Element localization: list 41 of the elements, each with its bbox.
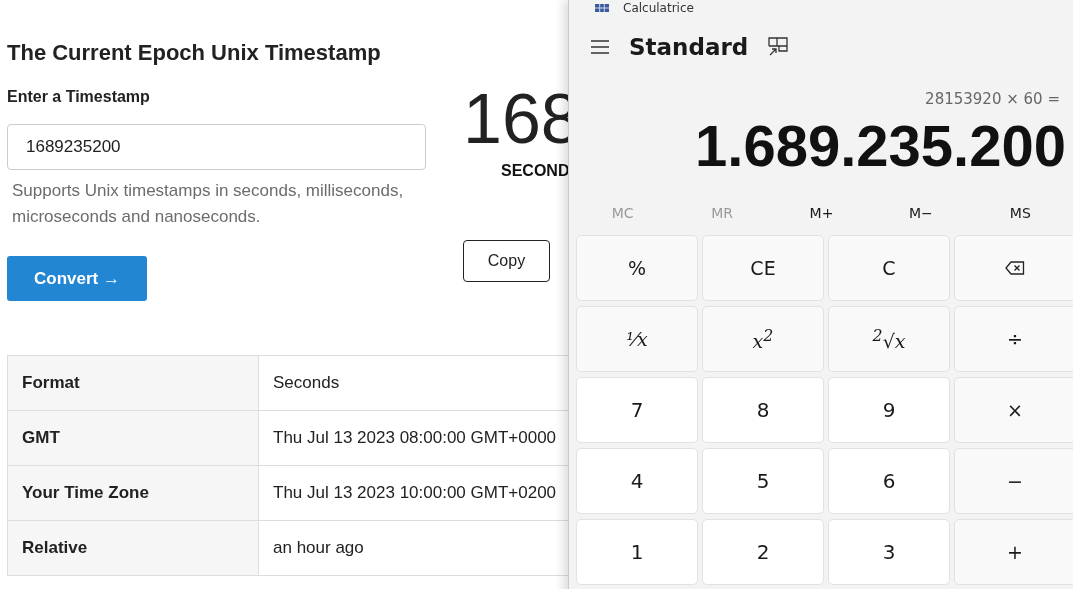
unit-label: SECOND — [501, 162, 570, 180]
calculator-key[interactable]: CE — [702, 235, 824, 301]
expression-text: 28153920 × 60 = — [924, 90, 1061, 108]
calculator-key[interactable]: 9 — [828, 377, 950, 443]
field-label: Enter a Timestamp — [7, 88, 151, 106]
calculator-key[interactable]: 1 — [576, 519, 698, 585]
calculator-key[interactable]: × — [954, 377, 1073, 443]
window-title: Calculatrice — [623, 1, 694, 15]
mode-title: Standard — [629, 34, 749, 60]
calculator-key[interactable]: $^{2}$√x — [828, 306, 950, 372]
calculator-key[interactable]: ÷ — [954, 306, 1073, 372]
calculator-key[interactable]: 2 — [702, 519, 824, 585]
calculator-key[interactable]: 7 — [576, 377, 698, 443]
calculator-key[interactable]: % — [576, 235, 698, 301]
app-icon — [595, 4, 609, 12]
table-cell: Relative — [7, 520, 259, 576]
result-display: 1.689.235.200 — [694, 112, 1067, 179]
copy-button[interactable]: Copy — [463, 240, 550, 282]
calculator-key[interactable]: + — [954, 519, 1073, 585]
memory-button[interactable]: MS — [970, 205, 1071, 221]
help-text: Supports Unix timestamps in seconds, milliseconds, microseconds and nanoseconds. — [12, 180, 405, 228]
calculator-key[interactable]: 4 — [576, 448, 698, 514]
page-title: The Current Epoch Unix Timestamp — [7, 40, 382, 66]
calculator-key[interactable]: 5 — [702, 448, 824, 514]
table-cell: Format — [7, 355, 259, 411]
calculator-key[interactable]: ¹⁄x — [576, 306, 698, 372]
calculator-key[interactable]: 3 — [828, 519, 950, 585]
memory-button[interactable]: M+ — [771, 205, 872, 221]
table-cell: Your Time Zone — [7, 465, 259, 521]
timestamp-input[interactable]: 1689235200 — [7, 124, 426, 170]
calculator-key[interactable]: 6 — [828, 448, 950, 514]
convert-button[interactable]: Convert → — [7, 256, 147, 301]
table-cell: GMT — [7, 410, 259, 466]
calculator-key[interactable]: − — [954, 448, 1073, 514]
keep-on-top-icon[interactable] — [768, 37, 789, 57]
calculator-key[interactable]: C — [828, 235, 950, 301]
menu-icon[interactable] — [591, 40, 609, 54]
backspace-icon — [1005, 261, 1025, 275]
calculator-key[interactable]: x$^{2}$ — [702, 306, 824, 372]
memory-button[interactable]: M− — [871, 205, 971, 221]
calculator-key[interactable]: 8 — [702, 377, 824, 443]
